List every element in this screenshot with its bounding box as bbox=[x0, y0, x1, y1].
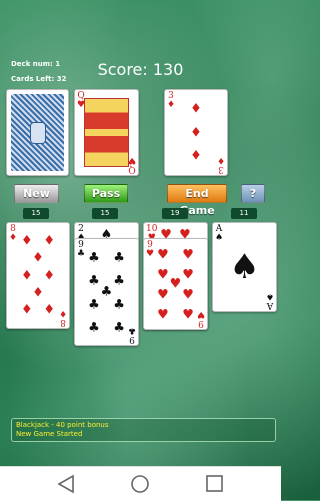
club-icon: ♣ bbox=[113, 320, 125, 336]
heart-icon: ♥ bbox=[157, 247, 169, 263]
target-three-of-diamonds[interactable]: 3 ♦ ♦ ♦ ♦ 3 ♦ bbox=[164, 89, 228, 176]
heart-icon: ♥ bbox=[182, 307, 194, 323]
back-icon[interactable] bbox=[57, 474, 74, 494]
card-corner: 3 ♦ bbox=[216, 155, 225, 174]
navigation-icons bbox=[57, 474, 223, 494]
column-4-card-ace-of-spades[interactable]: A ♠ ♠ A ♠ bbox=[212, 222, 277, 312]
diamond-icon: ♦ bbox=[43, 268, 55, 283]
club-icon: ♣ bbox=[113, 250, 125, 266]
queen-illustration bbox=[84, 98, 129, 167]
message-log: Blackjack - 40 point bonus New Game Star… bbox=[11, 418, 276, 442]
club-icon: ♣ bbox=[88, 320, 100, 336]
card-rank: Q bbox=[128, 164, 136, 174]
club-icon: ♣ bbox=[88, 273, 100, 289]
diamond-icon: ♦ bbox=[21, 268, 33, 283]
heart-icon: ♥ bbox=[157, 267, 169, 283]
card-suit: ♦ bbox=[58, 308, 67, 318]
message-line-status: New Game Started bbox=[16, 430, 83, 438]
diamond-icon: ♦ bbox=[32, 250, 44, 266]
card-suit: ♠ bbox=[215, 233, 224, 243]
card-corner: A ♠ bbox=[265, 291, 274, 310]
discard-queen-of-hearts[interactable]: Q ♥ Q ♥ bbox=[74, 89, 139, 176]
club-icon: ♣ bbox=[88, 297, 100, 313]
club-icon: ♣ bbox=[88, 250, 100, 266]
heart-icon: ♥ bbox=[182, 247, 194, 263]
heart-icon: ♥ bbox=[169, 276, 182, 292]
new-button[interactable]: New bbox=[14, 184, 59, 203]
help-button[interactable]: ? bbox=[241, 184, 265, 203]
card-suit: ♦ bbox=[216, 155, 225, 165]
card-suit: ♣ bbox=[127, 325, 136, 335]
heart-icon: ♥ bbox=[157, 307, 169, 323]
column-3-card-nine-of-hearts[interactable]: 9 ♥ ♥ ♥ ♥ ♥ ♥ ♥ ♥ ♥ ♥ 9 ♥ bbox=[143, 238, 208, 330]
card-rank: 3 bbox=[218, 164, 224, 174]
card-rank: A bbox=[266, 300, 274, 310]
column-2-card-nine-of-clubs[interactable]: 9 ♣ ♣ ♣ ♣ ♣ ♣ ♣ ♣ ♣ ♣ 9 ♣ bbox=[74, 238, 139, 346]
heart-icon: ♥ bbox=[182, 287, 194, 303]
club-icon: ♣ bbox=[113, 273, 125, 289]
end-game-button[interactable]: End Game bbox=[167, 184, 227, 217]
heart-icon: ♥ bbox=[157, 287, 169, 303]
game-board: Deck num: 1 Cards Left: 32 Score: 130 Q ♥… bbox=[0, 0, 281, 466]
home-icon[interactable] bbox=[131, 475, 149, 493]
card-suit: ♥ bbox=[127, 155, 136, 165]
navigation-bar bbox=[0, 466, 281, 501]
column-count-2: 15 bbox=[92, 208, 118, 219]
club-icon: ♣ bbox=[113, 297, 125, 313]
card-rank: 8 bbox=[60, 317, 66, 327]
spade-icon: ♠ bbox=[229, 247, 260, 287]
column-count-1: 15 bbox=[23, 208, 49, 219]
card-corner: 9 ♥ bbox=[196, 309, 205, 328]
column-1-card-eight-of-diamonds[interactable]: 8 ♦ ♦ ♦ ♦ ♦ ♦ ♦ ♦ ♦ 8 ♦ bbox=[6, 222, 70, 329]
diamond-icon: ♦ bbox=[190, 125, 202, 140]
column-count-3: 19 bbox=[162, 208, 188, 219]
card-back-emblem bbox=[29, 121, 46, 144]
card-corner: A ♠ bbox=[215, 225, 223, 243]
card-corner: 8 ♦ bbox=[58, 308, 67, 327]
column-count-4: 11 bbox=[231, 208, 257, 219]
pass-button[interactable]: Pass bbox=[84, 184, 128, 203]
message-line-bonus: Blackjack - 40 point bonus bbox=[16, 421, 109, 429]
score-display: Score: 130 bbox=[97, 60, 184, 79]
diamond-icon: ♦ bbox=[190, 148, 202, 164]
card-suit: ♥ bbox=[196, 309, 205, 319]
diamond-icon: ♦ bbox=[21, 233, 33, 249]
diamond-icon: ♦ bbox=[21, 302, 33, 318]
card-corner: Q ♥ bbox=[127, 155, 136, 174]
diamond-icon: ♦ bbox=[190, 101, 202, 117]
card-corner: 9 ♣ bbox=[127, 325, 136, 344]
recents-icon[interactable] bbox=[206, 475, 223, 492]
card-rank: 9 bbox=[129, 334, 135, 344]
club-icon: ♣ bbox=[100, 284, 113, 300]
card-back-pattern bbox=[11, 94, 64, 171]
diamond-icon: ♦ bbox=[43, 302, 55, 318]
card-suit: ♠ bbox=[265, 291, 274, 301]
stock-pile-card[interactable] bbox=[6, 89, 69, 176]
diamond-icon: ♦ bbox=[43, 233, 55, 249]
heart-icon: ♥ bbox=[182, 267, 194, 283]
diamond-icon: ♦ bbox=[32, 285, 44, 301]
card-rank: 9 bbox=[198, 318, 204, 328]
